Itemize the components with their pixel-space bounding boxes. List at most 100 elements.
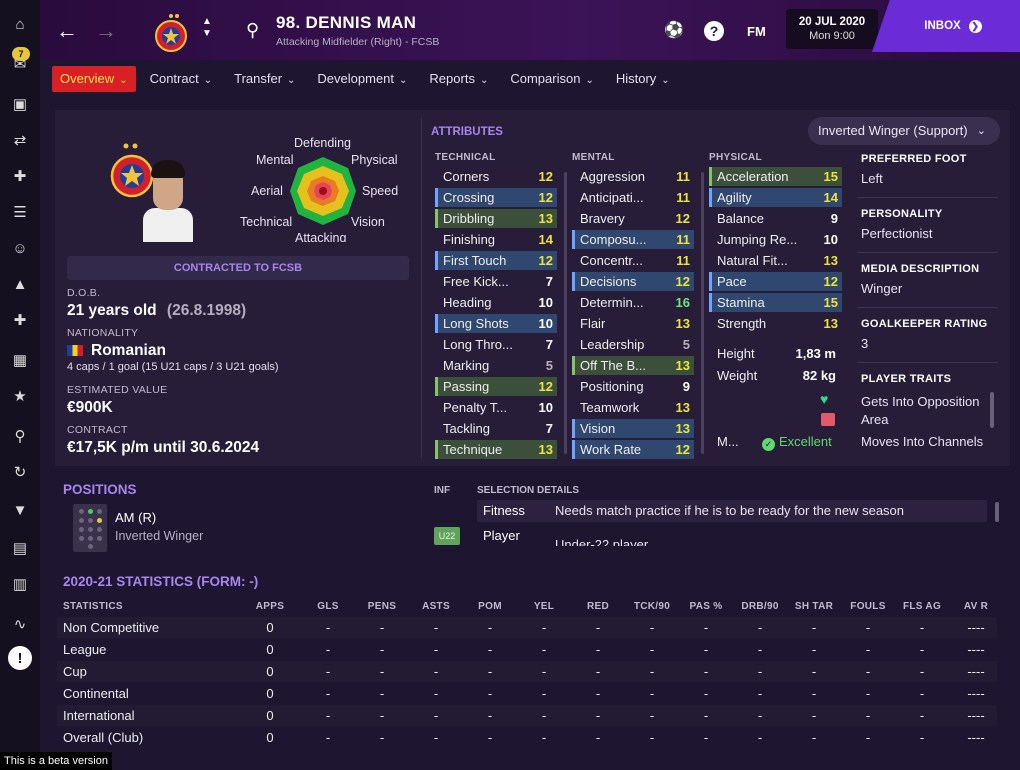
tab-reports[interactable]: Reports ⌄ [421, 66, 496, 92]
attribute-row[interactable]: Heading 10 [435, 293, 557, 312]
attribute-row[interactable]: Marking 5 [435, 356, 557, 375]
attribute-row[interactable]: Teamwork 13 [572, 398, 694, 417]
squad-icon[interactable]: ▣ [8, 92, 32, 116]
tab-history[interactable]: History ⌄ [608, 66, 678, 92]
stats-header[interactable]: GLS [298, 601, 358, 612]
attribute-row[interactable]: Long Shots 10 [435, 314, 557, 333]
clipboard-icon[interactable]: ☰ [8, 200, 32, 224]
traits-scrollbar[interactable] [990, 392, 994, 428]
transfers-icon[interactable]: ↻ [8, 460, 32, 484]
attribute-row[interactable]: Penalty T... 10 [435, 398, 557, 417]
tab-development[interactable]: Development ⌄ [309, 66, 415, 92]
attribute-row[interactable]: Strength 13 [709, 314, 842, 333]
mental-scrollbar[interactable] [701, 172, 704, 454]
stats-header[interactable]: STATISTICS [63, 601, 123, 612]
attribute-row[interactable]: First Touch 12 [435, 251, 557, 270]
stats-header[interactable]: POM [460, 601, 520, 612]
player-switch-icon[interactable]: ▲ ▼ [202, 16, 212, 40]
stats-header[interactable]: APPS [240, 601, 300, 612]
attribute-row[interactable]: Dribbling 13 [435, 209, 557, 228]
stats-header[interactable]: FLS AG [892, 601, 952, 612]
medical-icon[interactable]: ✚ [8, 308, 32, 332]
training-icon[interactable]: ▲ [8, 272, 32, 296]
stats-header[interactable]: FOULS [838, 601, 898, 612]
attribute-row[interactable]: Tackling 7 [435, 419, 557, 438]
attribute-row[interactable]: Aggression 11 [572, 167, 694, 186]
heart-icon: ♥ [820, 391, 829, 407]
stats-cell-gls: - [325, 686, 331, 701]
inbox-button[interactable]: INBOX ❯ [872, 0, 1020, 52]
stats-cell-pom: - [487, 664, 493, 679]
nationality-value: Romanian [67, 342, 166, 360]
back-arrow-icon[interactable]: ← [56, 18, 78, 44]
attribute-row[interactable]: Acceleration 15 [709, 167, 842, 186]
search-icon[interactable]: ⚲ [246, 20, 259, 41]
attribute-row[interactable]: Stamina 15 [709, 293, 842, 312]
club-crest-icon[interactable] [153, 10, 189, 54]
attribute-row[interactable]: Decisions 12 [572, 272, 694, 291]
attribute-row[interactable]: Corners 12 [435, 167, 557, 186]
date-display[interactable]: 20 JUL 2020 Mon 9:00 [786, 9, 878, 49]
tactics-icon[interactable]: ⇄ [8, 128, 32, 152]
scouting-icon[interactable]: ⚲ [8, 424, 32, 448]
alert-icon[interactable]: ! [8, 646, 32, 670]
attribute-row[interactable]: Passing 12 [435, 377, 557, 396]
injury-icon[interactable]: ✚ [8, 164, 32, 188]
stats-cell-pas: - [703, 642, 709, 657]
attribute-row[interactable]: Composu... 11 [572, 230, 694, 249]
attribute-row[interactable]: Vision 13 [572, 419, 694, 438]
football-icon[interactable]: ⚽ [664, 20, 684, 40]
forward-arrow-icon[interactable]: → [95, 18, 117, 44]
finances-icon[interactable]: ▤ [8, 536, 32, 560]
technical-scrollbar[interactable] [564, 172, 567, 454]
trait-item[interactable]: Moves Into Channels [861, 434, 983, 449]
stats-header[interactable]: YEL [514, 601, 574, 612]
attribute-row[interactable]: Off The B... 13 [572, 356, 694, 375]
attribute-row[interactable]: Pace 12 [709, 272, 842, 291]
attribute-row[interactable]: Flair 13 [572, 314, 694, 333]
attribute-row[interactable]: Agility 14 [709, 188, 842, 207]
attribute-value: 12 [538, 253, 553, 268]
staff-icon[interactable]: ☺ [8, 236, 32, 260]
stats-header[interactable]: DRB/90 [730, 601, 790, 612]
club-vision-icon[interactable]: ▼ [8, 498, 32, 522]
schedule-icon[interactable]: ▦ [8, 348, 32, 372]
stats-header[interactable]: RED [568, 601, 628, 612]
stats-header[interactable]: ASTS [406, 601, 466, 612]
tab-overview[interactable]: Overview ⌄ [52, 66, 136, 92]
help-icon[interactable]: ? [704, 21, 724, 41]
attribute-row[interactable]: Balance 9 [709, 209, 842, 228]
attribute-row[interactable]: Positioning 9 [572, 377, 694, 396]
tab-contract[interactable]: Contract ⌄ [142, 66, 221, 92]
attribute-row[interactable]: Natural Fit... 13 [709, 251, 842, 270]
attribute-row[interactable]: Concentr... 11 [572, 251, 694, 270]
attribute-row[interactable]: Technique 13 [435, 440, 557, 459]
fm-menu-button[interactable]: FM [747, 24, 766, 39]
stats-header[interactable]: TCK/90 [622, 601, 682, 612]
stats-cell-yel: - [541, 686, 547, 701]
trophy-icon[interactable]: ★ [8, 384, 32, 408]
stats-header[interactable]: PENS [352, 601, 412, 612]
home-icon[interactable]: ⌂ [8, 12, 32, 36]
stats-cell-flsag: - [919, 708, 925, 723]
report-icon[interactable]: ∿ [8, 612, 32, 636]
stats-header[interactable]: PAS % [676, 601, 736, 612]
stats-header[interactable]: SH TAR [784, 601, 844, 612]
attribute-row[interactable]: Work Rate 12 [572, 440, 694, 459]
attribute-row[interactable]: Determin... 16 [572, 293, 694, 312]
stats-header[interactable]: AV R [946, 601, 1006, 612]
attribute-row[interactable]: Crossing 12 [435, 188, 557, 207]
tab-transfer[interactable]: Transfer ⌄ [226, 66, 303, 92]
selection-scrollbar[interactable] [995, 502, 999, 522]
attribute-row[interactable]: Free Kick... 7 [435, 272, 557, 291]
attribute-row[interactable]: Long Thro... 7 [435, 335, 557, 354]
attribute-row[interactable]: Bravery 12 [572, 209, 694, 228]
role-select[interactable]: Inverted Winger (Support) ⌄ [808, 117, 1000, 145]
attribute-row[interactable]: Leadership 5 [572, 335, 694, 354]
attribute-row[interactable]: Jumping Re... 10 [709, 230, 842, 249]
attribute-row[interactable]: Anticipati... 11 [572, 188, 694, 207]
dev-centre-icon[interactable]: ▥ [8, 572, 32, 596]
attribute-row[interactable]: Finishing 14 [435, 230, 557, 249]
tab-comparison[interactable]: Comparison ⌄ [502, 66, 601, 92]
trait-item[interactable]: Gets Into Opposition [861, 394, 980, 409]
